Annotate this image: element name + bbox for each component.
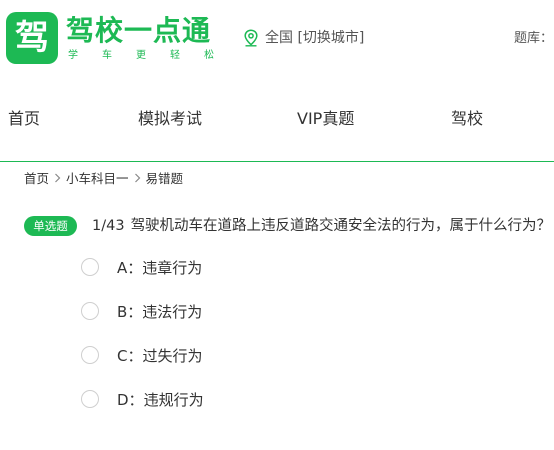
answer-option-d[interactable]: D： 违规行为 [81,388,204,410]
nav-item-mock-exam[interactable]: 模拟考试 [138,108,202,130]
question-type-badge: 单选题 [24,216,77,236]
option-letter: C： [117,346,143,365]
question-bank-label[interactable]: 题库： [514,30,553,48]
nav-item-vip[interactable]: VIP真题 [297,108,354,130]
logo-glyph: 驾 [15,18,49,58]
radio-button[interactable] [81,258,99,276]
breadcrumb-item-subject[interactable]: 小车科目一 [66,170,129,188]
option-letter: B： [117,302,143,321]
nav-divider [0,161,554,162]
radio-button[interactable] [81,390,99,408]
slogan-char: 松 [204,50,214,61]
question-text: 驾驶机动车在道路上违反道路交通安全法的行为，属于什么行为？ [130,218,552,234]
slogan-char: 更 [136,50,146,61]
option-text: 违章行为 [142,258,203,277]
breadcrumb: 首页 小车科目一 易错题 [24,170,183,188]
chevron-right-icon [134,170,141,188]
option-letter: D： [117,390,144,409]
nav-item-driving-school[interactable]: 驾校 [451,108,483,130]
chevron-right-icon [54,170,61,188]
option-text: 过失行为 [142,346,203,365]
nav-item-home[interactable]: 首页 [8,108,40,130]
location-pin-icon [244,29,258,47]
question-stem: 1/43 驾驶机动车在道路上违反道路交通安全法的行为，属于什么行为？ [92,216,551,236]
brand-slogan: 学 车 更 轻 松 [68,49,214,63]
option-letter: A： [117,258,143,277]
option-text: 违法行为 [142,302,203,321]
option-text: 违规行为 [143,390,204,409]
brand-name[interactable]: 驾校一点通 [66,14,211,48]
option-label: D： 违规行为 [117,389,204,410]
answer-option-a[interactable]: A： 违章行为 [81,256,202,278]
option-label: A： 违章行为 [117,257,202,278]
radio-button[interactable] [81,302,99,320]
breadcrumb-item-current: 易错题 [145,171,184,186]
slogan-char: 车 [102,50,112,61]
answer-option-b[interactable]: B： 违法行为 [81,300,202,322]
answer-option-c[interactable]: C： 过失行为 [81,344,203,366]
slogan-char: 学 [68,50,78,61]
city-switcher[interactable]: 全国 [切换城市] [243,28,364,48]
option-label: C： 过失行为 [117,345,203,366]
slogan-char: 轻 [170,50,180,61]
breadcrumb-item-home[interactable]: 首页 [24,170,49,188]
radio-button[interactable] [81,346,99,364]
question-number: 1/43 [92,218,125,234]
option-label: B： 违法行为 [117,301,202,322]
city-label: 全国 [切换城市] [265,30,365,46]
logo-icon[interactable]: 驾 [6,12,58,64]
